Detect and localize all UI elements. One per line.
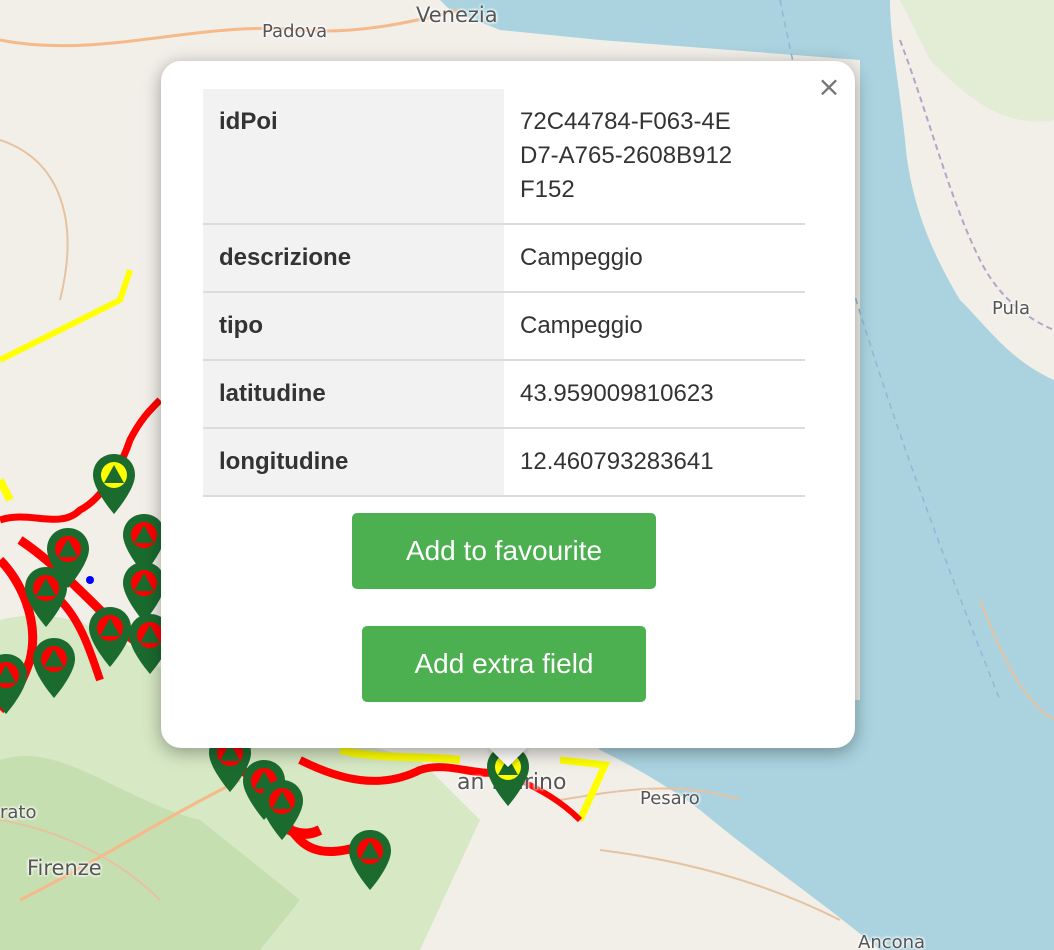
add-extra-field-button[interactable]: Add extra field [362, 626, 646, 702]
table-row: tipo Campeggio [203, 292, 805, 361]
row-value-tipo: Campeggio [504, 292, 805, 361]
table-row: longitudine 12.460793283641 [203, 428, 805, 497]
campsite-marker[interactable] [22, 565, 70, 629]
place-label-pula: Pula [992, 298, 1030, 319]
campsite-icon [0, 654, 27, 714]
row-key-longitudine: longitudine [203, 428, 504, 497]
campsite-marker[interactable] [346, 828, 394, 892]
row-key-descrizione: descrizione [203, 224, 504, 293]
campsite-icon [33, 638, 75, 698]
row-value-latitudine: 43.959009810623 [504, 360, 805, 429]
add-to-favourite-button[interactable]: Add to favourite [352, 513, 656, 589]
place-label-ancona: Ancona [858, 932, 926, 950]
table-row: idPoi 72C44784-F063-4ED7-A765-2608B912F1… [203, 89, 805, 225]
campsite-marker[interactable] [258, 778, 306, 842]
campsite-icon [25, 567, 67, 627]
table-row: descrizione Campeggio [203, 224, 805, 293]
row-key-tipo: tipo [203, 292, 504, 361]
row-key-idpoi: idPoi [203, 89, 504, 225]
place-label-prato: rato [0, 802, 37, 823]
campsite-marker[interactable] [0, 652, 30, 716]
row-key-latitudine: latitudine [203, 360, 504, 429]
row-value-longitudine: 12.460793283641 [504, 428, 805, 497]
place-label-firenze: Firenze [27, 856, 102, 880]
close-icon[interactable]: × [815, 73, 843, 101]
poi-popup: × idPoi 72C44784-F063-4ED7-A765-2608B912… [161, 61, 855, 748]
popup-tip [488, 747, 528, 767]
campsite-marker[interactable] [30, 636, 78, 700]
row-value-idpoi: 72C44784-F063-4ED7-A765-2608B912F152 [504, 89, 805, 225]
campsite-marker[interactable] [90, 452, 138, 516]
campsite-icon [261, 780, 303, 840]
row-value-descrizione: Campeggio [504, 224, 805, 293]
table-row: latitudine 43.959009810623 [203, 360, 805, 429]
campsite-icon [349, 830, 391, 890]
campsite-icon [93, 454, 135, 514]
place-label-venezia: Venezia [416, 3, 498, 27]
place-label-padova: Padova [262, 21, 328, 42]
place-label-pesaro: Pesaro [640, 788, 700, 809]
poi-info-table: idPoi 72C44784-F063-4ED7-A765-2608B912F1… [203, 89, 805, 497]
